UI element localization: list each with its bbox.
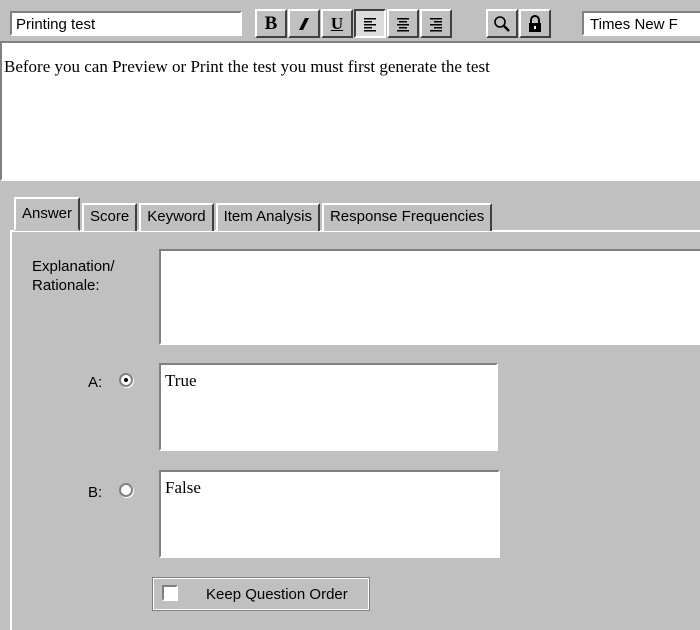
preview-button[interactable]	[486, 9, 518, 38]
underline-button[interactable]: U	[321, 9, 353, 38]
checkbox-box[interactable]	[162, 585, 178, 601]
align-center-button[interactable]	[387, 9, 419, 38]
lock-icon	[529, 14, 541, 32]
keep-question-order-label: Keep Question Order	[206, 586, 348, 603]
magnifier-icon	[494, 15, 510, 32]
test-title-field[interactable]: Printing test	[10, 11, 242, 36]
keep-question-order-checkbox[interactable]: Keep Question Order	[152, 577, 370, 611]
align-right-icon	[430, 17, 442, 31]
choice-b-letter: B:	[88, 484, 103, 501]
radio-selected-dot	[124, 378, 128, 382]
tab-score[interactable]: Score	[82, 203, 138, 231]
tab-strip: Answer Score Keyword Item Analysis Respo…	[14, 197, 493, 231]
font-name-field[interactable]: Times New F	[582, 11, 700, 36]
explanation-label: Explanation/ Rationale:	[32, 258, 115, 294]
align-right-button[interactable]	[420, 9, 452, 38]
tab-item-analysis[interactable]: Item Analysis	[215, 203, 320, 231]
question-text-area[interactable]: Before you can Preview or Print the test…	[0, 41, 700, 181]
choice-b-text-field[interactable]: False	[159, 470, 500, 558]
tab-answer[interactable]: Answer	[14, 197, 81, 231]
underline-icon: U	[330, 13, 344, 33]
bold-button[interactable]: B	[255, 9, 287, 38]
align-left-button[interactable]	[354, 9, 386, 38]
bold-icon: B	[264, 12, 278, 34]
choice-b-radio[interactable]	[119, 483, 133, 497]
choice-a-text-field[interactable]: True	[159, 363, 498, 451]
lock-button[interactable]	[519, 9, 551, 38]
align-left-icon	[364, 17, 376, 31]
align-center-icon	[397, 17, 409, 31]
choice-a-radio[interactable]	[119, 373, 133, 387]
italic-icon	[299, 17, 309, 30]
tab-response-frequencies[interactable]: Response Frequencies	[321, 203, 493, 231]
italic-button[interactable]	[288, 9, 320, 38]
choice-a-letter: A:	[88, 374, 103, 391]
explanation-field[interactable]	[159, 249, 700, 345]
tab-keyword[interactable]: Keyword	[139, 203, 214, 231]
